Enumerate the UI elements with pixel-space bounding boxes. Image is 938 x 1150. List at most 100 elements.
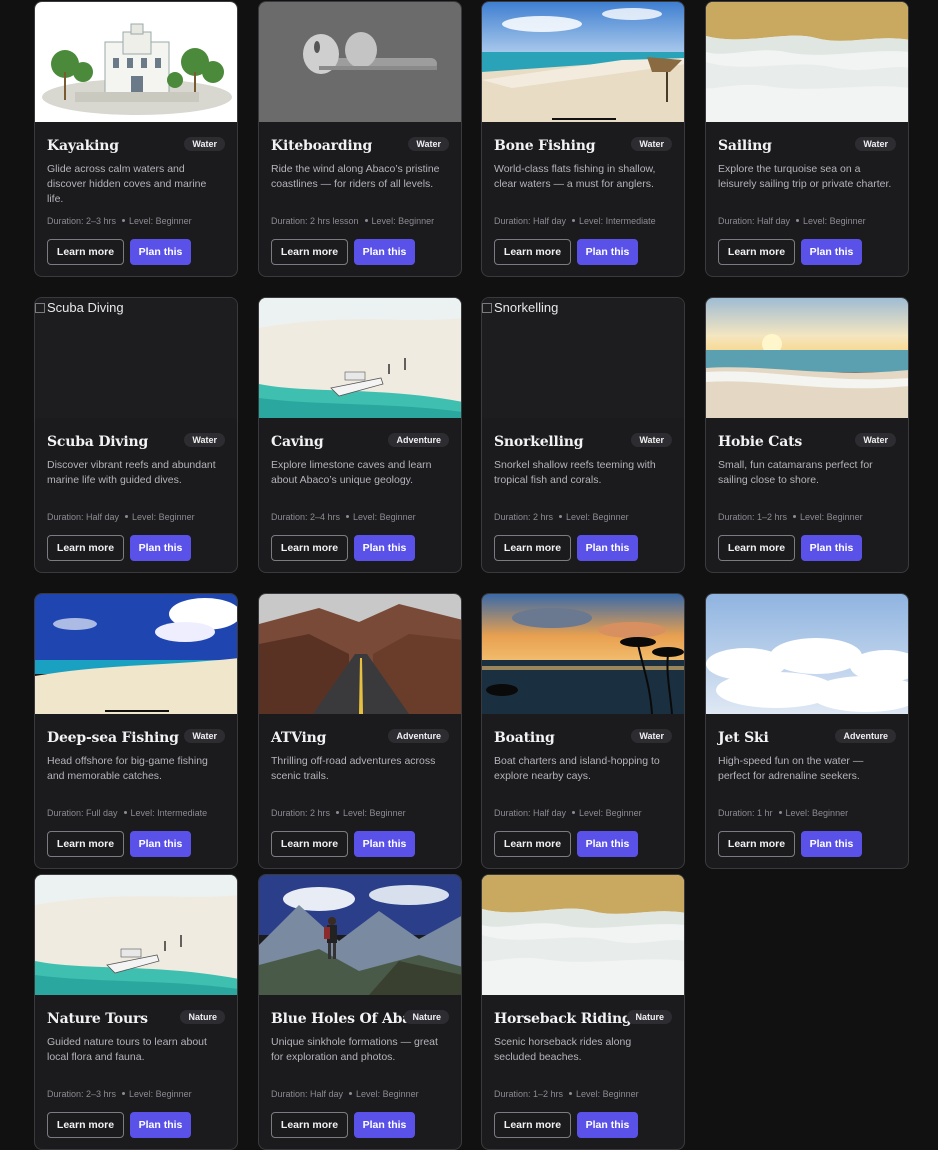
card-title: Nature Tours (47, 1011, 148, 1027)
learn-more-button[interactable]: Learn more (718, 535, 795, 561)
card-description: Glide across calm waters and discover hi… (47, 163, 207, 205)
learn-more-button[interactable]: Learn more (494, 239, 571, 265)
plan-this-button[interactable]: Plan this (801, 831, 862, 857)
level-text: Level: Beginner (579, 808, 642, 818)
activity-card: Deep-sea Fishing Water Head offshore for… (34, 593, 238, 869)
plan-this-button[interactable]: Plan this (577, 535, 638, 561)
card-actions: Learn more Plan this (494, 1112, 638, 1138)
separator-dot (125, 515, 129, 518)
plan-this-button[interactable]: Plan this (577, 239, 638, 265)
activity-image (482, 594, 684, 714)
duration-text: Duration: 1 hr (718, 808, 773, 818)
duration-text: Duration: 2–3 hrs (47, 1089, 117, 1099)
level-text: Level: Beginner (785, 808, 849, 818)
learn-more-button[interactable]: Learn more (271, 535, 348, 561)
activity-card: Bone Fishing Water World-class flats fis… (481, 1, 685, 277)
card-actions: Learn more Plan this (494, 239, 638, 265)
card-description: High-speed fun on the water — perfect fo… (718, 755, 864, 782)
activity-image (482, 875, 684, 995)
card-actions: Learn more Plan this (494, 535, 638, 561)
level-text: Level: Beginner (371, 216, 435, 226)
learn-more-button[interactable]: Learn more (718, 831, 795, 857)
plan-this-button[interactable]: Plan this (801, 535, 862, 561)
learn-more-button[interactable]: Learn more (271, 831, 348, 857)
learn-more-button[interactable]: Learn more (271, 1112, 348, 1138)
learn-more-button[interactable]: Learn more (47, 831, 124, 857)
level-text: Level: Beginner (129, 1089, 192, 1099)
learn-more-button[interactable]: Learn more (718, 239, 795, 265)
duration-text: Duration: 2 hrs (271, 808, 331, 818)
separator-dot (559, 515, 563, 518)
learn-more-button[interactable]: Learn more (494, 831, 571, 857)
learn-more-button[interactable]: Learn more (47, 1112, 124, 1138)
duration-text: Duration: 2 hrs (494, 512, 554, 522)
separator-dot (569, 1092, 573, 1095)
activity-card: Hobie Cats Water Small, fun catamarans p… (705, 297, 909, 573)
card-body: Deep-sea Fishing Water Head offshore for… (47, 714, 225, 868)
category-badge: Adventure (388, 433, 449, 447)
category-badge: Water (631, 433, 672, 447)
plan-this-button[interactable]: Plan this (130, 239, 191, 265)
category-badge: Adventure (835, 729, 896, 743)
separator-dot (572, 811, 576, 814)
broken-image-icon (35, 303, 45, 313)
duration-text: Duration: Half day (494, 216, 567, 226)
card-meta: Duration: Half day Level: Beginner (718, 216, 866, 226)
card-actions: Learn more Plan this (718, 831, 862, 857)
learn-more-button[interactable]: Learn more (47, 535, 124, 561)
card-meta: Duration: Full day Level: Intermediate (47, 808, 207, 818)
level-text: Level: Intermediate (579, 216, 656, 226)
card-body: Hobie Cats Water Small, fun catamarans p… (718, 418, 896, 572)
card-meta: Duration: 2 hrs lesson Level: Beginner (271, 216, 434, 226)
plan-this-button[interactable]: Plan this (354, 1112, 415, 1138)
card-title: Kiteboarding (271, 138, 373, 154)
card-body: Scuba Diving Water Discover vibrant reef… (47, 418, 225, 572)
activity-image (259, 594, 461, 714)
plan-this-button[interactable]: Plan this (130, 535, 191, 561)
card-body: Caving Adventure Explore limestone caves… (271, 418, 449, 572)
card-title: Jet Ski (718, 730, 769, 746)
card-title: Kayaking (47, 138, 119, 154)
plan-this-button[interactable]: Plan this (354, 535, 415, 561)
category-badge: Water (184, 729, 225, 743)
card-body: Sailing Water Explore the turquoise sea … (718, 122, 896, 276)
card-body: Boating Water Boat charters and island-h… (494, 714, 672, 868)
card-title: Caving (271, 434, 324, 450)
plan-this-button[interactable]: Plan this (577, 831, 638, 857)
plan-this-button[interactable]: Plan this (801, 239, 862, 265)
learn-more-button[interactable]: Learn more (47, 239, 124, 265)
activity-image (482, 2, 684, 122)
separator-dot (123, 811, 127, 814)
activity-image (706, 594, 908, 714)
duration-text: Duration: Half day (494, 808, 567, 818)
plan-this-button[interactable]: Plan this (130, 1112, 191, 1138)
plan-this-button[interactable]: Plan this (354, 831, 415, 857)
activity-image (35, 594, 237, 714)
card-title: Scuba Diving (47, 434, 149, 450)
learn-more-button[interactable]: Learn more (494, 535, 571, 561)
card-body: Kiteboarding Water Ride the wind along A… (271, 122, 449, 276)
separator-dot (778, 811, 782, 814)
duration-text: Duration: Half day (271, 1089, 344, 1099)
card-title: Snorkelling (494, 434, 584, 450)
card-actions: Learn more Plan this (47, 239, 191, 265)
card-actions: Learn more Plan this (47, 831, 191, 857)
plan-this-button[interactable]: Plan this (577, 1112, 638, 1138)
activity-image (35, 2, 237, 122)
activity-card: Scuba Diving Scuba Diving Water Discover… (34, 297, 238, 573)
card-meta: Duration: Half day Level: Beginner (271, 1089, 419, 1099)
learn-more-button[interactable]: Learn more (494, 1112, 571, 1138)
level-text: Level: Beginner (343, 808, 406, 818)
plan-this-button[interactable]: Plan this (130, 831, 191, 857)
category-badge: Water (855, 433, 896, 447)
activity-image (259, 2, 461, 122)
card-meta: Duration: 2 hrs Level: Beginner (494, 512, 629, 522)
duration-text: Duration: 1–2 hrs (718, 512, 788, 522)
learn-more-button[interactable]: Learn more (271, 239, 348, 265)
duration-text: Duration: Half day (718, 216, 791, 226)
activity-card: Nature Tours Nature Guided nature tours … (34, 874, 238, 1150)
card-title: Boating (494, 730, 555, 746)
separator-dot (793, 515, 797, 518)
plan-this-button[interactable]: Plan this (354, 239, 415, 265)
level-text: Level: Intermediate (130, 808, 208, 818)
